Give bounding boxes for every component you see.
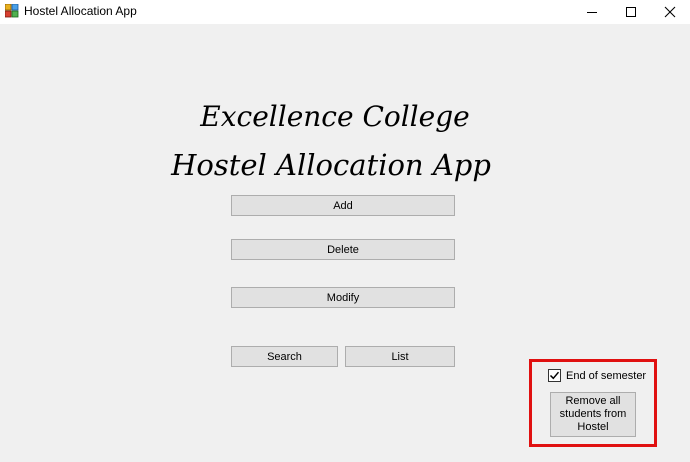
add-button[interactable]: Add — [231, 195, 455, 216]
checkbox-box[interactable] — [548, 369, 561, 382]
checkbox-label: End of semester — [566, 369, 647, 382]
minimize-icon — [586, 6, 598, 18]
search-button[interactable]: Search — [231, 346, 338, 367]
end-of-semester-checkbox[interactable]: End of semester — [548, 369, 646, 382]
title-bar[interactable]: Hostel Allocation App — [0, 0, 690, 24]
app-heading: Hostel Allocation App — [171, 148, 491, 182]
college-heading: Excellence College — [200, 100, 470, 133]
app-window-icon — [4, 3, 19, 18]
remove-all-students-button[interactable]: Remove all students from Hostel — [550, 392, 636, 437]
minimize-button[interactable] — [574, 0, 610, 24]
checkmark-icon — [549, 371, 560, 380]
maximize-icon — [625, 6, 637, 18]
app-window: Hostel Allocation App Excellence College… — [0, 0, 690, 462]
list-button[interactable]: List — [345, 346, 455, 367]
maximize-button[interactable] — [613, 0, 649, 24]
delete-button[interactable]: Delete — [231, 239, 455, 260]
window-title: Hostel Allocation App — [24, 4, 137, 18]
close-icon — [664, 6, 676, 18]
modify-button[interactable]: Modify — [231, 287, 455, 308]
close-button[interactable] — [652, 0, 688, 24]
